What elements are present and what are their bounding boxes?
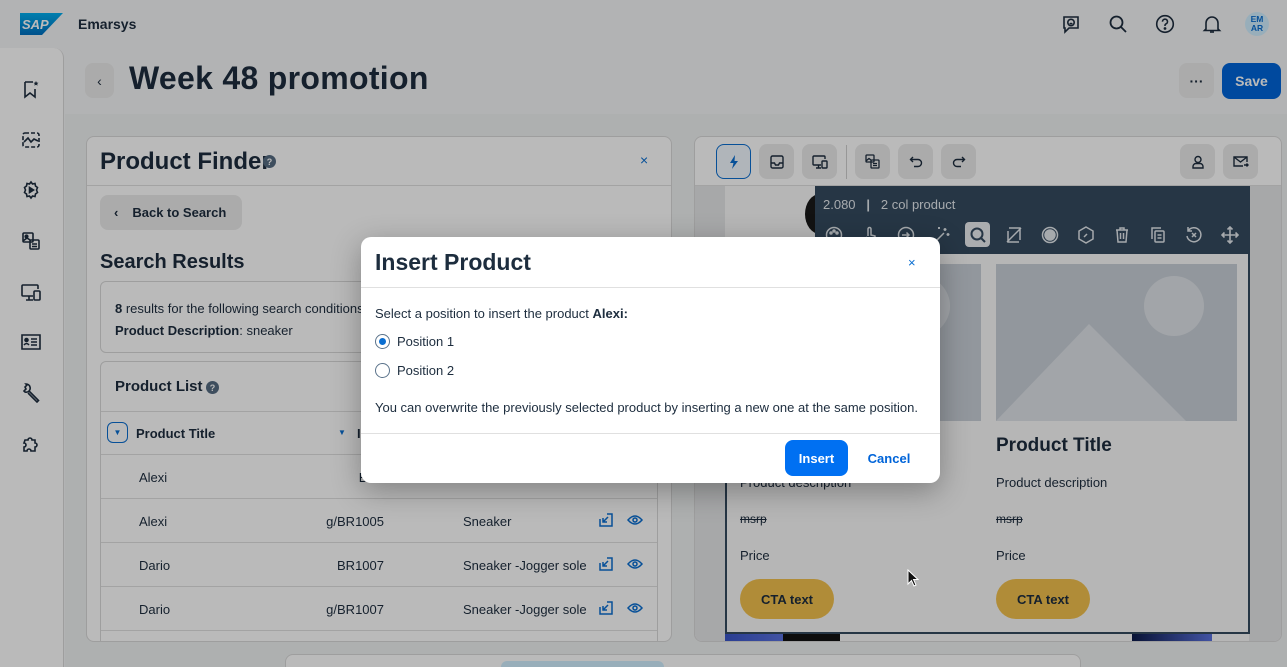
insert-product-dialog: Insert Product × Select a position to in… bbox=[361, 237, 940, 483]
dialog-divider bbox=[361, 287, 940, 288]
radio-position-1[interactable]: Position 1 bbox=[375, 334, 454, 349]
radio-label: Position 1 bbox=[397, 334, 455, 349]
prompt-product-name: Alexi: bbox=[592, 306, 628, 321]
dialog-divider bbox=[361, 433, 940, 434]
insert-button[interactable]: Insert bbox=[785, 440, 848, 476]
dialog-close-button[interactable]: × bbox=[908, 255, 916, 270]
mouse-cursor-icon bbox=[907, 569, 919, 587]
dialog-note: You can overwrite the previously selecte… bbox=[375, 400, 918, 415]
radio-label: Position 2 bbox=[397, 363, 455, 378]
radio-button[interactable] bbox=[375, 334, 390, 349]
prompt-text: Select a position to insert the product bbox=[375, 306, 593, 321]
radio-position-2[interactable]: Position 2 bbox=[375, 363, 454, 378]
dialog-title: Insert Product bbox=[375, 249, 531, 275]
radio-button[interactable] bbox=[375, 363, 390, 378]
dialog-prompt: Select a position to insert the product … bbox=[375, 306, 628, 321]
cancel-button[interactable]: Cancel bbox=[859, 440, 919, 476]
